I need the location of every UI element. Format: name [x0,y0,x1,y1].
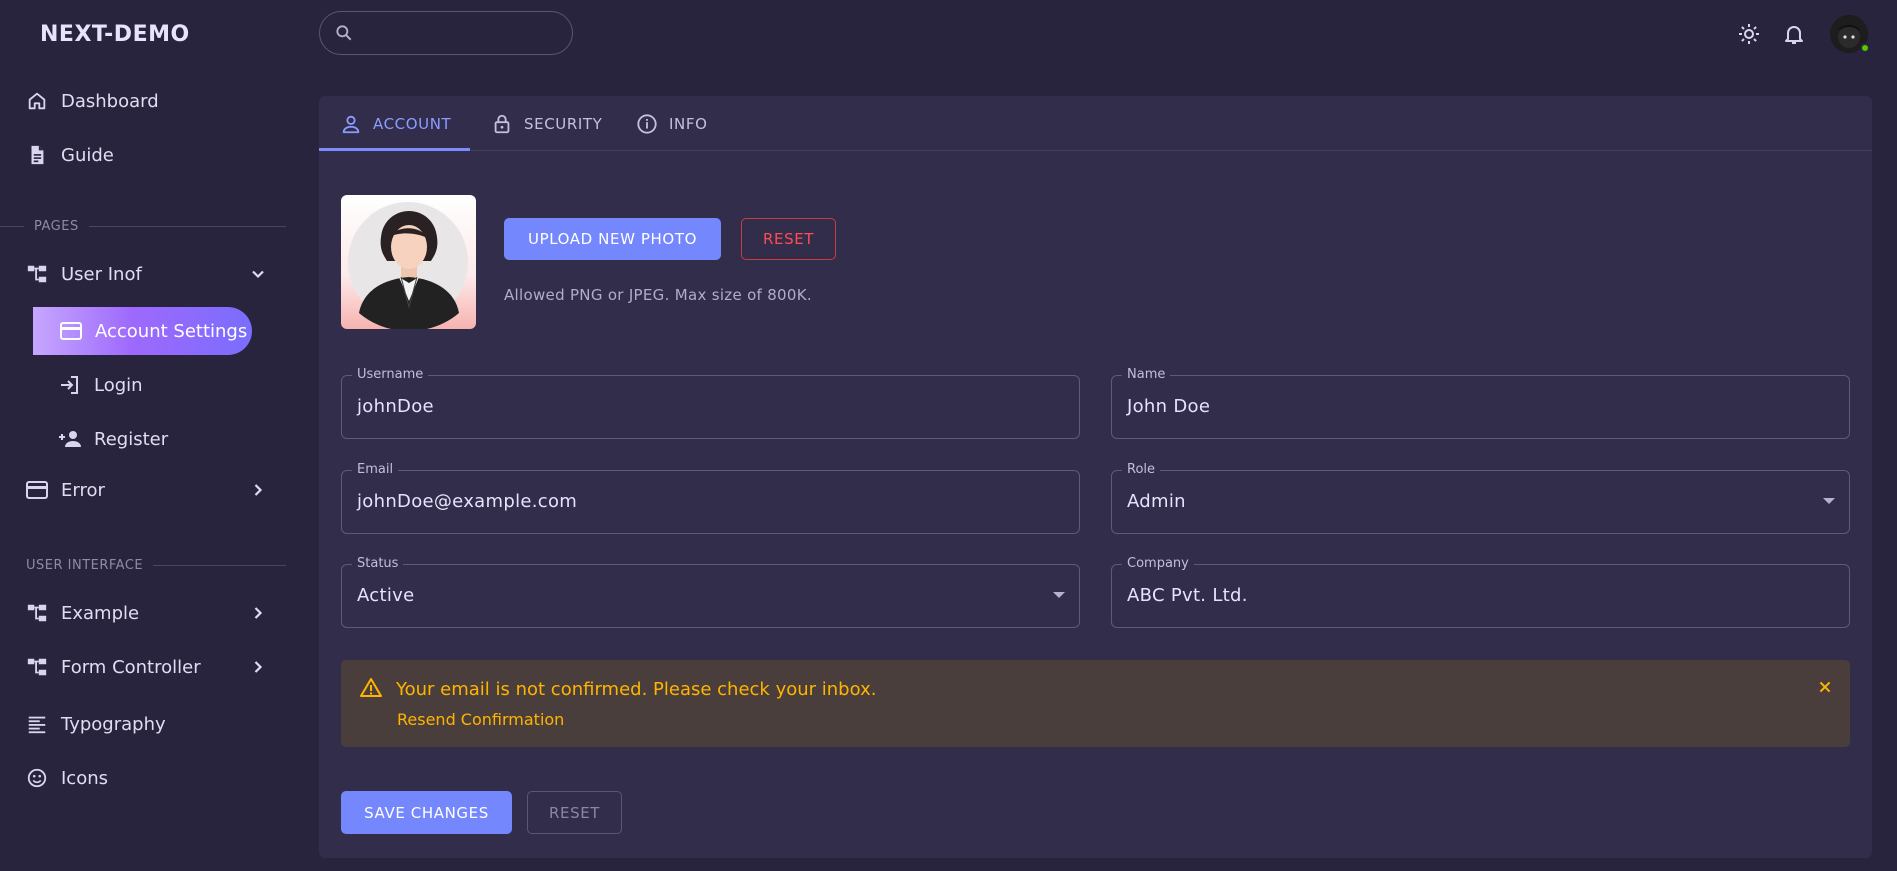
sidebar-item-label: Login [94,374,143,396]
bell-icon[interactable] [1781,21,1807,47]
sidebar-item-user-info[interactable]: User Inof [0,252,290,296]
alert-message: Your email is not confirmed. Please chec… [396,679,877,700]
section-label: USER INTERFACE [26,557,144,573]
login-icon [58,373,82,397]
chevron-down-icon [246,262,270,286]
warning-icon [359,676,383,700]
sidebar-item-login[interactable]: Login [0,363,290,407]
tab-account[interactable]: ACCOUNT [339,96,451,151]
role-value: Admin [1127,491,1186,512]
search-box[interactable] [319,11,573,55]
chevron-right-icon [246,478,270,502]
account-plus-icon [58,427,82,451]
tab-security[interactable]: SECURITY [490,96,602,151]
sidebar-item-register[interactable]: Register [0,417,290,461]
sidebar-item-label: Dashboard [61,90,159,112]
section-divider [153,564,286,566]
sidebar-item-label: Account Settings [95,320,248,342]
sitemap-icon [25,655,49,679]
sidebar-item-form-controller[interactable]: Form Controller [0,645,290,689]
section-divider [88,225,286,227]
sidebar-item-example[interactable]: Example [0,591,290,635]
section-label: PAGES [34,218,79,234]
account-outline-icon [339,112,363,136]
online-status-dot [1860,43,1870,53]
email-warning-alert: Your email is not confirmed. Please chec… [341,660,1850,747]
sidebar-item-account-settings[interactable]: Account Settings [33,307,252,355]
tab-label: INFO [669,114,708,133]
active-tab-indicator [319,148,470,151]
email-field[interactable]: Email johnDoe@example.com [341,462,1080,534]
section-header-user-interface: USER INTERFACE [0,555,290,575]
save-changes-button[interactable]: SAVE CHANGES [341,791,512,834]
reset-form-button[interactable]: RESET [527,791,622,834]
tabs-bar: ACCOUNT SECURITY INFO [319,96,1872,151]
sidebar-item-typography[interactable]: Typography [0,702,290,746]
field-label: Company [1122,556,1194,572]
home-icon [25,89,49,113]
status-value: Active [357,585,415,606]
section-header-pages: PAGES [0,216,290,236]
format-letter-case-icon [25,712,49,736]
information-icon [635,112,659,136]
chevron-right-icon [246,655,270,679]
username-field[interactable]: Username johnDoe [341,367,1080,439]
sidebar-item-error[interactable]: Error [0,468,290,512]
company-field[interactable]: Company ABC Pvt. Ltd. [1111,556,1850,628]
role-select[interactable]: Role Admin [1111,462,1850,534]
theme-toggle-icon[interactable] [1736,21,1762,47]
photo-hint: Allowed PNG or JPEG. Max size of 800K. [504,286,812,304]
field-label: Name [1122,367,1171,383]
field-label: Username [352,367,429,383]
sidebar-item-label: Typography [61,713,166,735]
upload-photo-button[interactable]: UPLOAD NEW PHOTO [504,218,721,260]
woman-avatar-icon [348,202,468,329]
section-divider [0,225,24,227]
sidebar-item-label: User Inof [61,263,142,285]
chevron-right-icon [246,601,270,625]
name-field[interactable]: Name John Doe [1111,367,1850,439]
sidebar-item-dashboard[interactable]: Dashboard [0,79,290,123]
name-value: John Doe [1127,396,1211,417]
search-input[interactable] [362,24,562,42]
credit-card-icon [25,478,49,502]
sidebar-item-label: Register [94,428,169,450]
sidebar-item-guide[interactable]: Guide [0,133,290,177]
tab-label: ACCOUNT [373,114,452,133]
sitemap-icon [25,262,49,286]
brand-title[interactable]: NEXT-DEMO [40,22,190,47]
sidebar-item-label: Form Controller [61,656,201,678]
account-settings-card: ACCOUNT SECURITY INFO UPLOAD NEW PHOTO R… [319,96,1872,858]
field-label: Status [352,556,404,572]
profile-photo [341,195,476,329]
reset-photo-button[interactable]: RESET [741,218,836,260]
emoticon-icon [25,766,49,790]
sidebar-item-label: Error [61,479,105,501]
user-avatar[interactable] [1830,15,1870,53]
close-icon[interactable] [1814,676,1836,698]
email-value: johnDoe@example.com [357,491,578,512]
dropdown-arrow-icon [1053,592,1065,598]
tab-info[interactable]: INFO [635,96,707,151]
username-value: johnDoe [357,396,434,417]
sidebar-item-label: Icons [61,767,109,789]
sidebar-item-label: Example [61,602,140,624]
resend-confirmation-link[interactable]: Resend Confirmation [397,710,564,729]
company-value: ABC Pvt. Ltd. [1127,585,1248,606]
sidebar-item-label: Guide [61,144,114,166]
document-icon [25,143,49,167]
sitemap-icon [25,601,49,625]
credit-card-icon [59,319,83,343]
lock-open-icon [490,112,514,136]
field-label: Email [352,462,399,478]
dropdown-arrow-icon [1823,498,1835,504]
tab-label: SECURITY [524,114,603,133]
sidebar: NEXT-DEMO Dashboard Guide PAGES User Ino… [0,0,290,871]
field-label: Role [1122,462,1161,478]
status-select[interactable]: Status Active [341,556,1080,628]
sidebar-item-icons[interactable]: Icons [0,756,290,800]
search-icon [334,23,354,43]
